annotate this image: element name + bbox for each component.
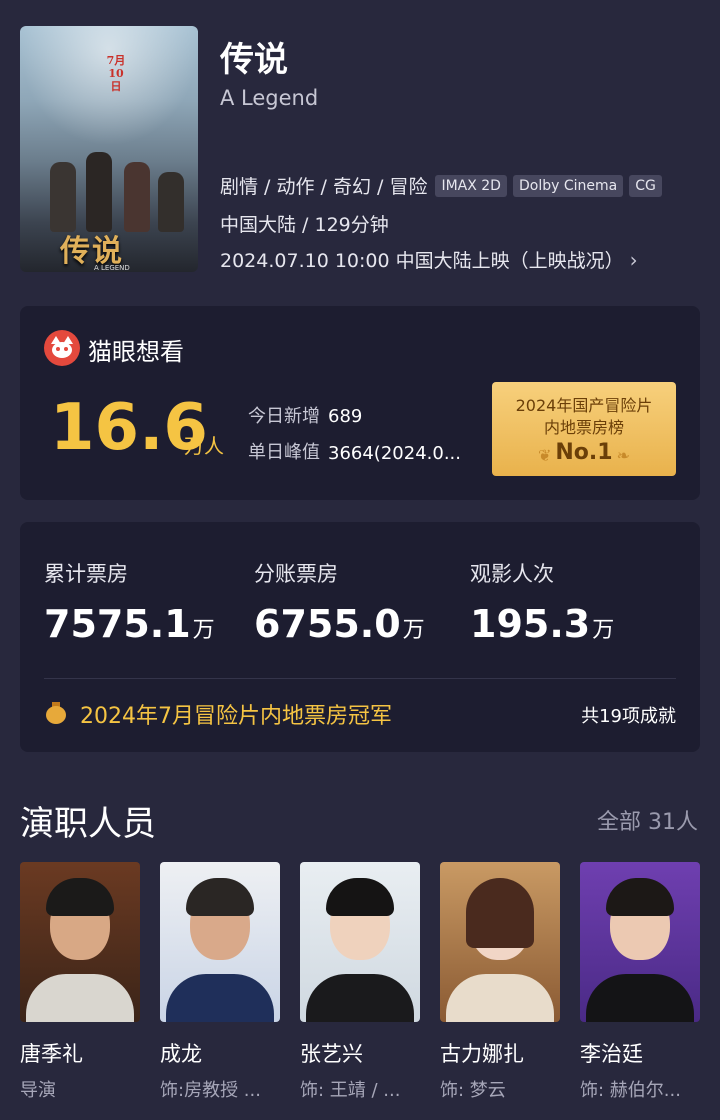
cast-name: 唐季礼 xyxy=(20,1042,83,1066)
avatar xyxy=(20,862,140,1022)
divider xyxy=(44,678,676,679)
medal-icon xyxy=(46,702,66,724)
peak-label: 单日峰值 xyxy=(248,442,320,463)
rank-badge[interactable]: 2024年国产冒险片 内地票房榜 ❦ No.1 ❧ xyxy=(492,382,676,476)
avatar xyxy=(300,862,420,1022)
cast-all-link[interactable]: 全部 31人 xyxy=(597,804,698,836)
cast-role: 饰:房教授 ... xyxy=(160,1080,261,1101)
release-info: 2024.07.10 10:00 中国大陆上映（上映战况） xyxy=(220,250,624,272)
want-unit: 万人 xyxy=(184,434,224,458)
poster-subtitle: A LEGEND xyxy=(94,264,130,272)
today-value: 689 xyxy=(328,406,363,427)
cast-role: 饰: 王靖 / ... xyxy=(300,1080,401,1101)
avatar xyxy=(440,862,560,1022)
movie-title: 传说 xyxy=(220,40,288,80)
daily-peak: 单日峰值 3664(2024.0... xyxy=(248,438,464,464)
rank-line2: 内地票房榜 xyxy=(543,418,624,437)
movie-english-title: A Legend xyxy=(220,86,319,110)
format-badge: IMAX 2D xyxy=(435,174,507,197)
want-label: 猫眼想看 xyxy=(88,338,184,366)
cast-member[interactable]: 张艺兴 饰: 王靖 / ... xyxy=(300,862,422,1102)
cast-name: 成龙 xyxy=(160,1042,202,1066)
cast-name: 张艺兴 xyxy=(300,1042,363,1066)
cast-name: 古力娜扎 xyxy=(440,1042,524,1066)
admissions-value: 195.3万 xyxy=(470,602,615,646)
release-info-link[interactable]: 2024.07.10 10:00 中国大陆上映（上映战况） › xyxy=(220,246,638,273)
cast-member[interactable]: 古力娜扎 饰: 梦云 xyxy=(440,862,562,1102)
admissions-label: 观影人次 xyxy=(470,562,554,586)
cast-member[interactable]: 成龙 饰:房教授 ... xyxy=(160,862,282,1102)
poster-figure xyxy=(158,172,184,232)
cast-member[interactable]: 李治廷 饰: 赫伯尔... xyxy=(580,862,702,1102)
achievement-text[interactable]: 2024年7月冒险片内地票房冠军 xyxy=(80,698,392,730)
genres: 剧情 / 动作 / 奇幻 / 冒险 xyxy=(220,176,428,198)
cast-section-title: 演职人员 xyxy=(20,804,156,844)
format-badge: Dolby Cinema xyxy=(512,174,624,197)
chevron-right-icon: › xyxy=(629,247,638,272)
poster-date: 7月10日 xyxy=(106,54,126,93)
total-box-office-value: 7575.1万 xyxy=(44,602,215,646)
total-box-office-label: 累计票房 xyxy=(44,562,128,586)
rank-number: No.1 xyxy=(555,440,613,465)
poster-figure xyxy=(50,162,76,232)
genre-row: 剧情 / 动作 / 奇幻 / 冒险 IMAX 2D Dolby Cinema C… xyxy=(220,172,668,199)
peak-value: 3664(2024.0... xyxy=(328,443,461,464)
cast-role: 饰: 梦云 xyxy=(440,1080,506,1101)
today-label: 今日新增 xyxy=(248,406,320,427)
want-to-see-card[interactable]: 猫眼想看 16.6 万人 今日新增 689 单日峰值 3664(2024.0... … xyxy=(20,306,700,500)
cast-name: 李治廷 xyxy=(580,1042,643,1066)
cast-role: 导演 xyxy=(20,1080,56,1101)
rank-line1: 2024年国产冒险片 xyxy=(515,396,653,415)
split-box-office-value: 6755.0万 xyxy=(254,602,425,646)
region-duration: 中国大陆 / 129分钟 xyxy=(220,214,389,236)
achievement-count[interactable]: 共19项成就 xyxy=(581,702,676,728)
avatar xyxy=(580,862,700,1022)
poster-figure xyxy=(124,162,150,232)
cast-member[interactable]: 唐季礼 导演 xyxy=(20,862,142,1102)
laurel-right-icon: ❧ xyxy=(616,446,630,465)
today-new: 今日新增 689 xyxy=(248,402,362,428)
maoyan-logo-icon xyxy=(44,330,80,366)
format-badge: CG xyxy=(629,174,662,197)
split-box-office-label: 分账票房 xyxy=(254,562,338,586)
movie-poster[interactable]: 7月10日 传说 A LEGEND xyxy=(20,26,198,272)
avatar xyxy=(160,862,280,1022)
box-office-card[interactable]: 累计票房 7575.1万 分账票房 6755.0万 观影人次 195.3万 20… xyxy=(20,522,700,752)
cast-role: 饰: 赫伯尔... xyxy=(580,1080,681,1101)
poster-figure xyxy=(86,152,112,232)
